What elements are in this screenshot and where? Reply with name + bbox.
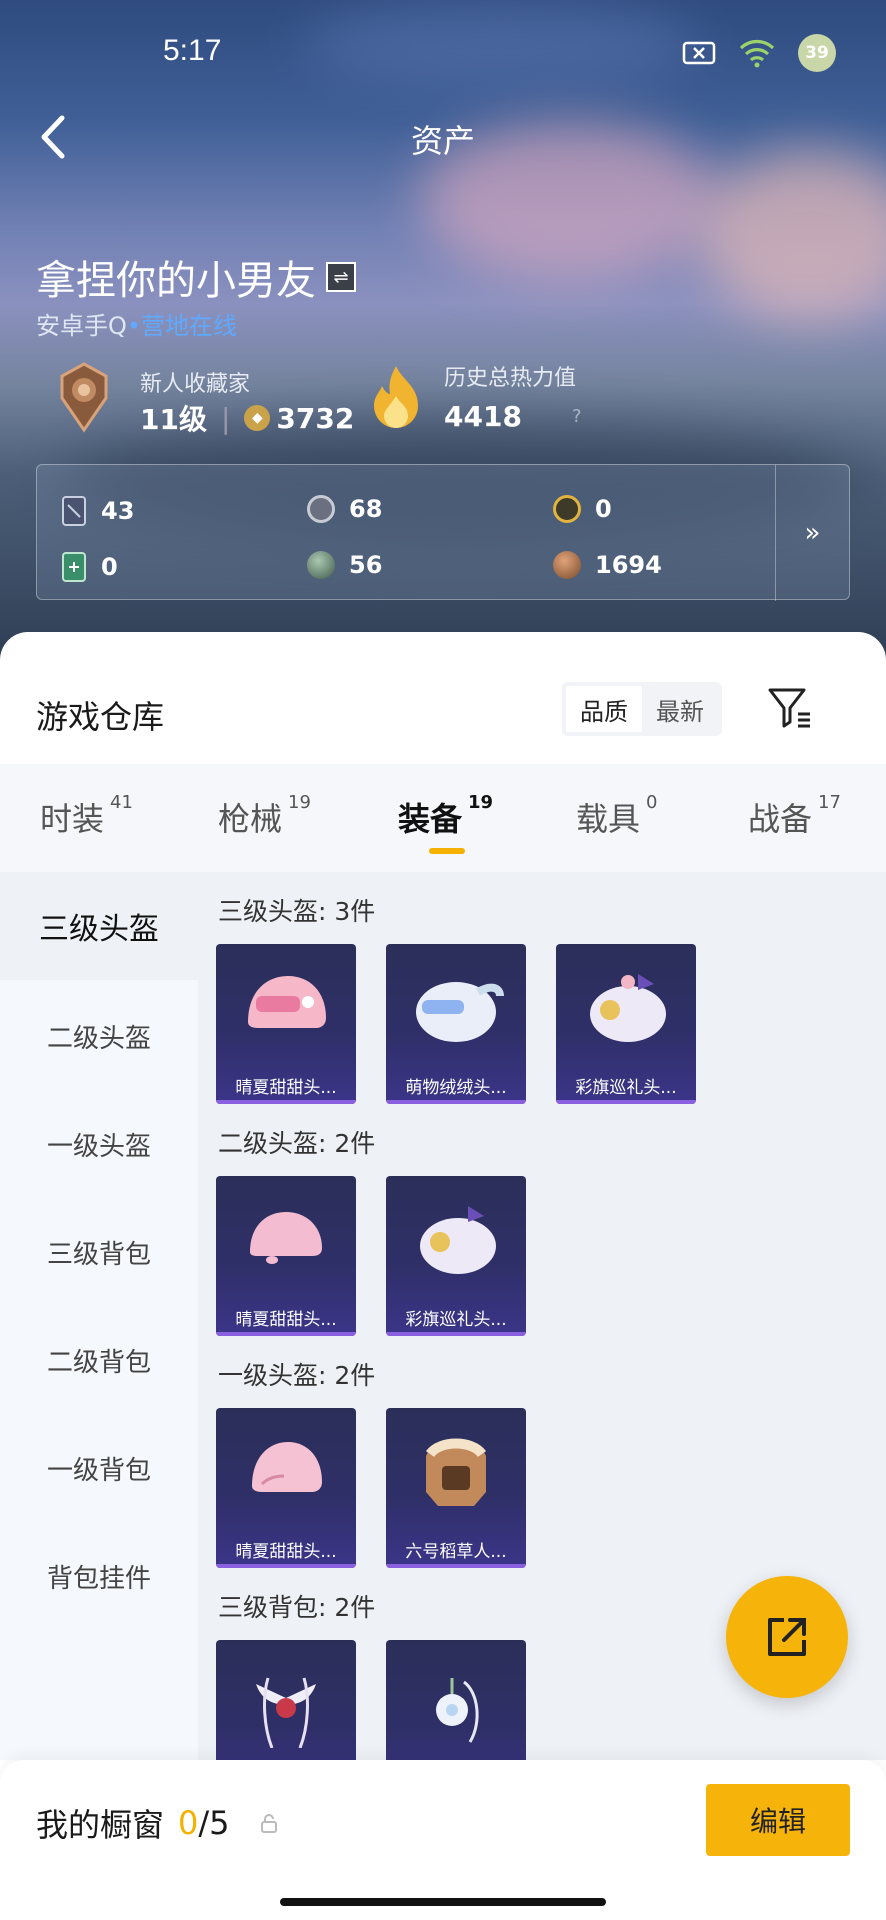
share-icon — [768, 1618, 806, 1656]
collector-level: 11级 — [140, 403, 207, 436]
showcase-label-row: 我的橱窗 0/5 — [36, 1800, 278, 1846]
sidebar-item-level2-backpack[interactable]: 二级背包 — [0, 1342, 198, 1379]
item-card[interactable]: 晴夏甜甜头... — [216, 1408, 356, 1568]
category-sidebar: 三级头盔 二级头盔 一级头盔 三级背包 二级背包 一级背包 背包挂件 — [0, 872, 198, 1760]
sidebar-item-backpack-charm[interactable]: 背包挂件 — [0, 1558, 198, 1595]
collector-points: 3732 — [276, 401, 355, 435]
heat-row: 4418 ? — [444, 400, 582, 433]
item-card[interactable]: 彩旗巡礼头... — [386, 1176, 526, 1336]
filter-icon[interactable] — [766, 682, 816, 732]
status-bar: 5:17 39 — [0, 32, 886, 72]
online-status: 营地在线 — [141, 312, 238, 340]
chevron-double-right-icon[interactable]: » — [775, 465, 849, 601]
sort-quality[interactable]: 品质 — [566, 686, 642, 732]
flower-backpack-icon — [436, 1678, 479, 1743]
sort-toggle[interactable]: 品质 最新 — [562, 682, 722, 736]
green-ticket-icon — [62, 552, 86, 582]
item-card[interactable]: 晴夏甜甜头... — [216, 1176, 356, 1336]
flame-icon — [374, 366, 418, 428]
section-title: 二级头盔: 2件 — [218, 1129, 376, 1158]
item-card[interactable]: 六号稻草人... — [386, 1408, 526, 1568]
green-orb-icon — [307, 551, 335, 579]
profile-name-row: 拿捏你的小男友 ⇌ — [36, 248, 356, 306]
plush-helmet-icon — [416, 982, 504, 1042]
heat-value: 4418 — [444, 400, 522, 433]
resource-panel[interactable]: 43 68 0 0 56 1694 » — [36, 464, 850, 601]
scarecrow-helmet-icon — [425, 1438, 487, 1506]
pink-helmet-icon — [252, 1442, 322, 1492]
sort-newest[interactable]: 最新 — [642, 686, 718, 732]
tab-underline — [429, 848, 465, 854]
tab-supplies[interactable]: 战备 17 — [748, 792, 841, 840]
collector-level-row: 11级 | ◆ 3732 — [140, 398, 354, 438]
share-button[interactable] — [726, 1576, 848, 1698]
card-icon — [62, 496, 86, 526]
resource-item: 0 — [61, 551, 118, 583]
home-indicator — [280, 1898, 606, 1906]
section-title: 三级头盔: 3件 — [218, 897, 376, 926]
bronze-coin-icon — [553, 551, 581, 579]
category-tabs: 时装 41 枪械 19 装备 19 载具 0 战备 17 — [0, 764, 886, 872]
flag-helmet-icon — [590, 974, 666, 1042]
lock-icon — [260, 1814, 277, 1833]
sidebar-item-level3-helmet[interactable]: 三级头盔 — [0, 872, 198, 980]
tab-vehicles[interactable]: 载具 0 — [576, 792, 657, 840]
tab-equipment[interactable]: 装备 19 — [398, 792, 493, 840]
sim-off-icon — [682, 41, 716, 65]
battery-icon: 39 — [798, 34, 836, 72]
winged-backpack-icon — [256, 1677, 316, 1748]
resource-item: 68 — [307, 495, 382, 523]
warehouse-title: 游戏仓库 — [36, 698, 165, 736]
wifi-icon — [739, 40, 775, 68]
item-card[interactable]: 萌物绒绒头... — [386, 944, 526, 1104]
platform-label: 安卓手Q — [36, 312, 127, 340]
section-title: 三级背包: 2件 — [218, 1593, 376, 1622]
page-title: 资产 — [410, 122, 475, 160]
collector-title: 新人收藏家 — [140, 372, 251, 397]
showcase-count: 0/5 — [178, 1804, 230, 1842]
status-time: 5:17 — [163, 34, 222, 67]
flag-helmet-icon — [420, 1206, 496, 1274]
item-card[interactable]: 晴夏甜甜头... — [216, 944, 356, 1104]
resource-item: 43 — [61, 495, 134, 527]
edit-button[interactable]: 编辑 — [706, 1784, 850, 1856]
pink-helmet-icon — [250, 1212, 322, 1264]
profile-subline: 安卓手Q•营地在线 — [36, 312, 238, 340]
silver-coin-icon — [307, 495, 335, 523]
gold-badge-icon — [553, 495, 581, 523]
tab-fashion[interactable]: 时装 41 — [40, 792, 133, 840]
heat-title: 历史总热力值 — [444, 366, 577, 391]
heat-help-icon[interactable]: ? — [572, 406, 582, 427]
sidebar-item-level2-helmet[interactable]: 二级头盔 — [0, 1018, 198, 1055]
resource-item: 1694 — [553, 551, 662, 579]
item-card[interactable]: 彩旗巡礼头... — [556, 944, 696, 1104]
collector-medal-icon — [60, 362, 108, 433]
section-title: 一级头盔: 2件 — [218, 1361, 376, 1390]
sidebar-item-level3-backpack[interactable]: 三级背包 — [0, 1234, 198, 1271]
resource-item: 56 — [307, 551, 382, 579]
showcase-label: 我的橱窗 — [36, 1806, 165, 1844]
points-icon: ◆ — [244, 405, 271, 431]
resource-item: 0 — [553, 495, 612, 523]
switch-account-icon[interactable]: ⇌ — [326, 262, 356, 292]
sidebar-item-level1-helmet[interactable]: 一级头盔 — [0, 1126, 198, 1163]
tab-weapons[interactable]: 枪械 19 — [218, 792, 311, 840]
sidebar-item-level1-backpack[interactable]: 一级背包 — [0, 1450, 198, 1487]
profile-name: 拿捏你的小男友 — [36, 258, 316, 304]
pink-helmet-icon — [248, 976, 326, 1028]
